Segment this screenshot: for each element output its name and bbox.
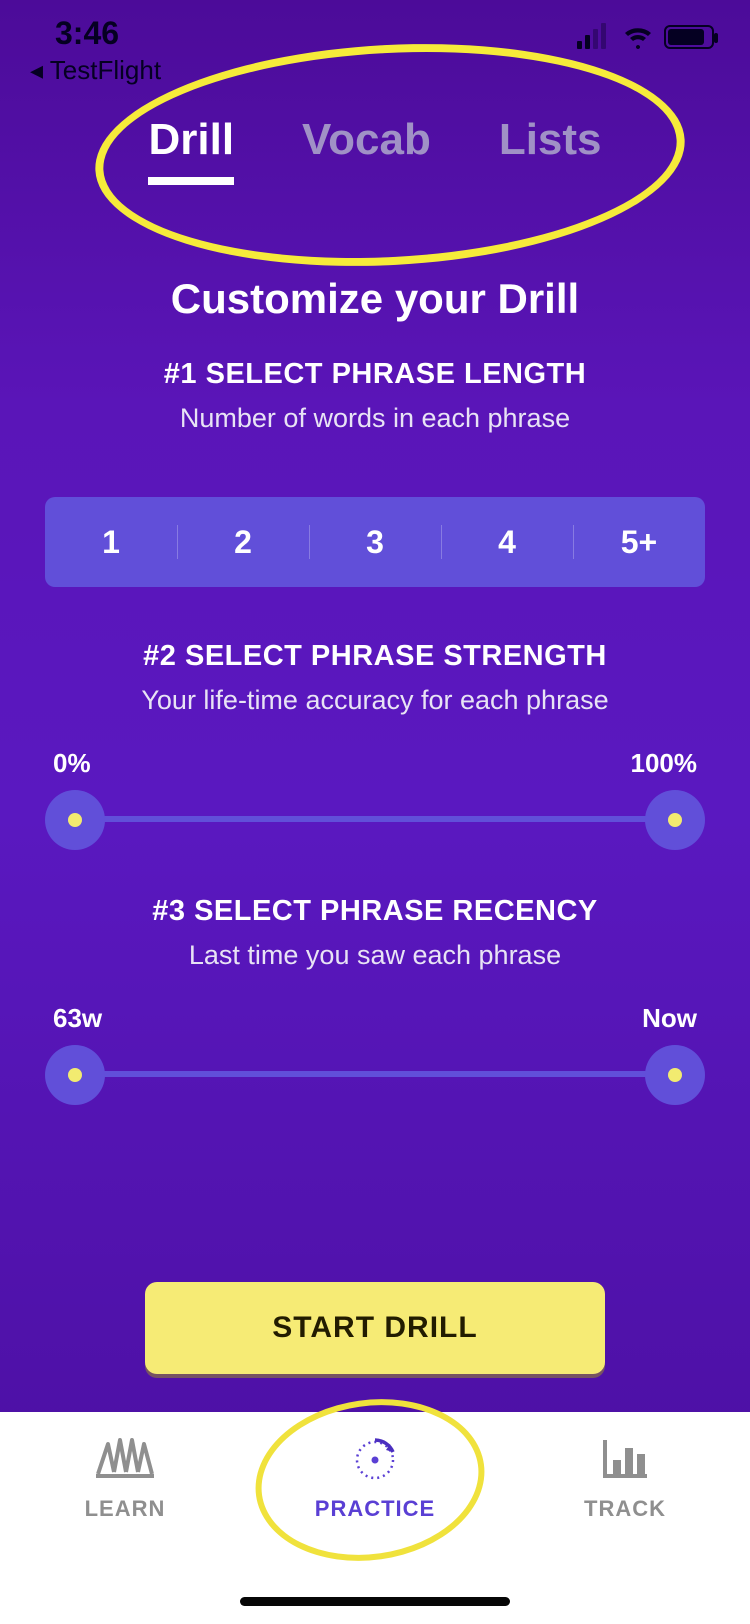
strength-track <box>73 816 677 822</box>
practice-icon <box>347 1434 403 1482</box>
wifi-icon <box>622 25 654 49</box>
recency-min-label: 63w <box>53 1003 102 1034</box>
cellular-icon <box>577 25 606 49</box>
strength-slider[interactable]: 0% 100% <box>45 748 705 858</box>
battery-icon <box>664 25 714 49</box>
section-phrase-strength: #2 SELECT PHRASE STRENGTH Your life-time… <box>45 640 705 858</box>
tabbar-learn-label: LEARN <box>85 1496 166 1522</box>
status-icons <box>577 25 714 49</box>
tabbar-practice-label: PRACTICE <box>315 1496 435 1522</box>
top-tabs: Drill Vocab Lists <box>0 115 750 185</box>
strength-knob-max[interactable] <box>645 790 705 850</box>
home-indicator[interactable] <box>240 1597 510 1606</box>
tab-drill[interactable]: Drill <box>148 115 234 185</box>
bottom-tabbar: LEARN PRACTICE TRACK <box>0 1412 750 1624</box>
length-option-2[interactable]: 2 <box>177 517 309 567</box>
length-option-3[interactable]: 3 <box>309 517 441 567</box>
strength-min-label: 0% <box>53 748 91 779</box>
section-phrase-recency: #3 SELECT PHRASE RECENCY Last time you s… <box>45 895 705 1113</box>
book-icon <box>94 1434 156 1482</box>
length-option-5plus[interactable]: 5+ <box>573 517 705 567</box>
section2-subtitle: Your life-time accuracy for each phrase <box>45 685 705 716</box>
tab-vocab[interactable]: Vocab <box>302 115 431 185</box>
page-title: Customize your Drill <box>0 275 750 323</box>
section3-subtitle: Last time you saw each phrase <box>45 940 705 971</box>
length-option-1[interactable]: 1 <box>45 517 177 567</box>
status-time: 3:46 <box>55 15 119 52</box>
section1-heading: #1 SELECT PHRASE LENGTH <box>45 358 705 391</box>
section3-heading: #3 SELECT PHRASE RECENCY <box>45 895 705 928</box>
strength-max-label: 100% <box>631 748 698 779</box>
tabbar-track[interactable]: TRACK <box>500 1412 750 1624</box>
app-screen: 3:46 ◂ TestFlight Drill Vocab Lists Cust… <box>0 0 750 1624</box>
tabbar-learn[interactable]: LEARN <box>0 1412 250 1624</box>
tabbar-practice[interactable]: PRACTICE <box>250 1412 500 1624</box>
tabbar-track-label: TRACK <box>584 1496 666 1522</box>
recency-slider[interactable]: 63w Now <box>45 1003 705 1113</box>
recency-max-label: Now <box>642 1003 697 1034</box>
recency-track <box>73 1071 677 1077</box>
section1-subtitle: Number of words in each phrase <box>45 403 705 434</box>
strength-knob-min[interactable] <box>45 790 105 850</box>
section-phrase-length: #1 SELECT PHRASE LENGTH Number of words … <box>45 358 705 434</box>
recency-knob-min[interactable] <box>45 1045 105 1105</box>
section2-heading: #2 SELECT PHRASE STRENGTH <box>45 640 705 673</box>
chart-icon <box>597 1434 653 1482</box>
back-to-testflight[interactable]: ◂ TestFlight <box>30 55 161 86</box>
status-bar: 3:46 ◂ TestFlight <box>0 0 750 90</box>
recency-knob-max[interactable] <box>645 1045 705 1105</box>
phrase-length-selector[interactable]: 1 2 3 4 5+ <box>45 497 705 587</box>
length-option-4[interactable]: 4 <box>441 517 573 567</box>
tab-lists[interactable]: Lists <box>499 115 602 185</box>
start-drill-button[interactable]: START DRILL <box>145 1282 605 1374</box>
